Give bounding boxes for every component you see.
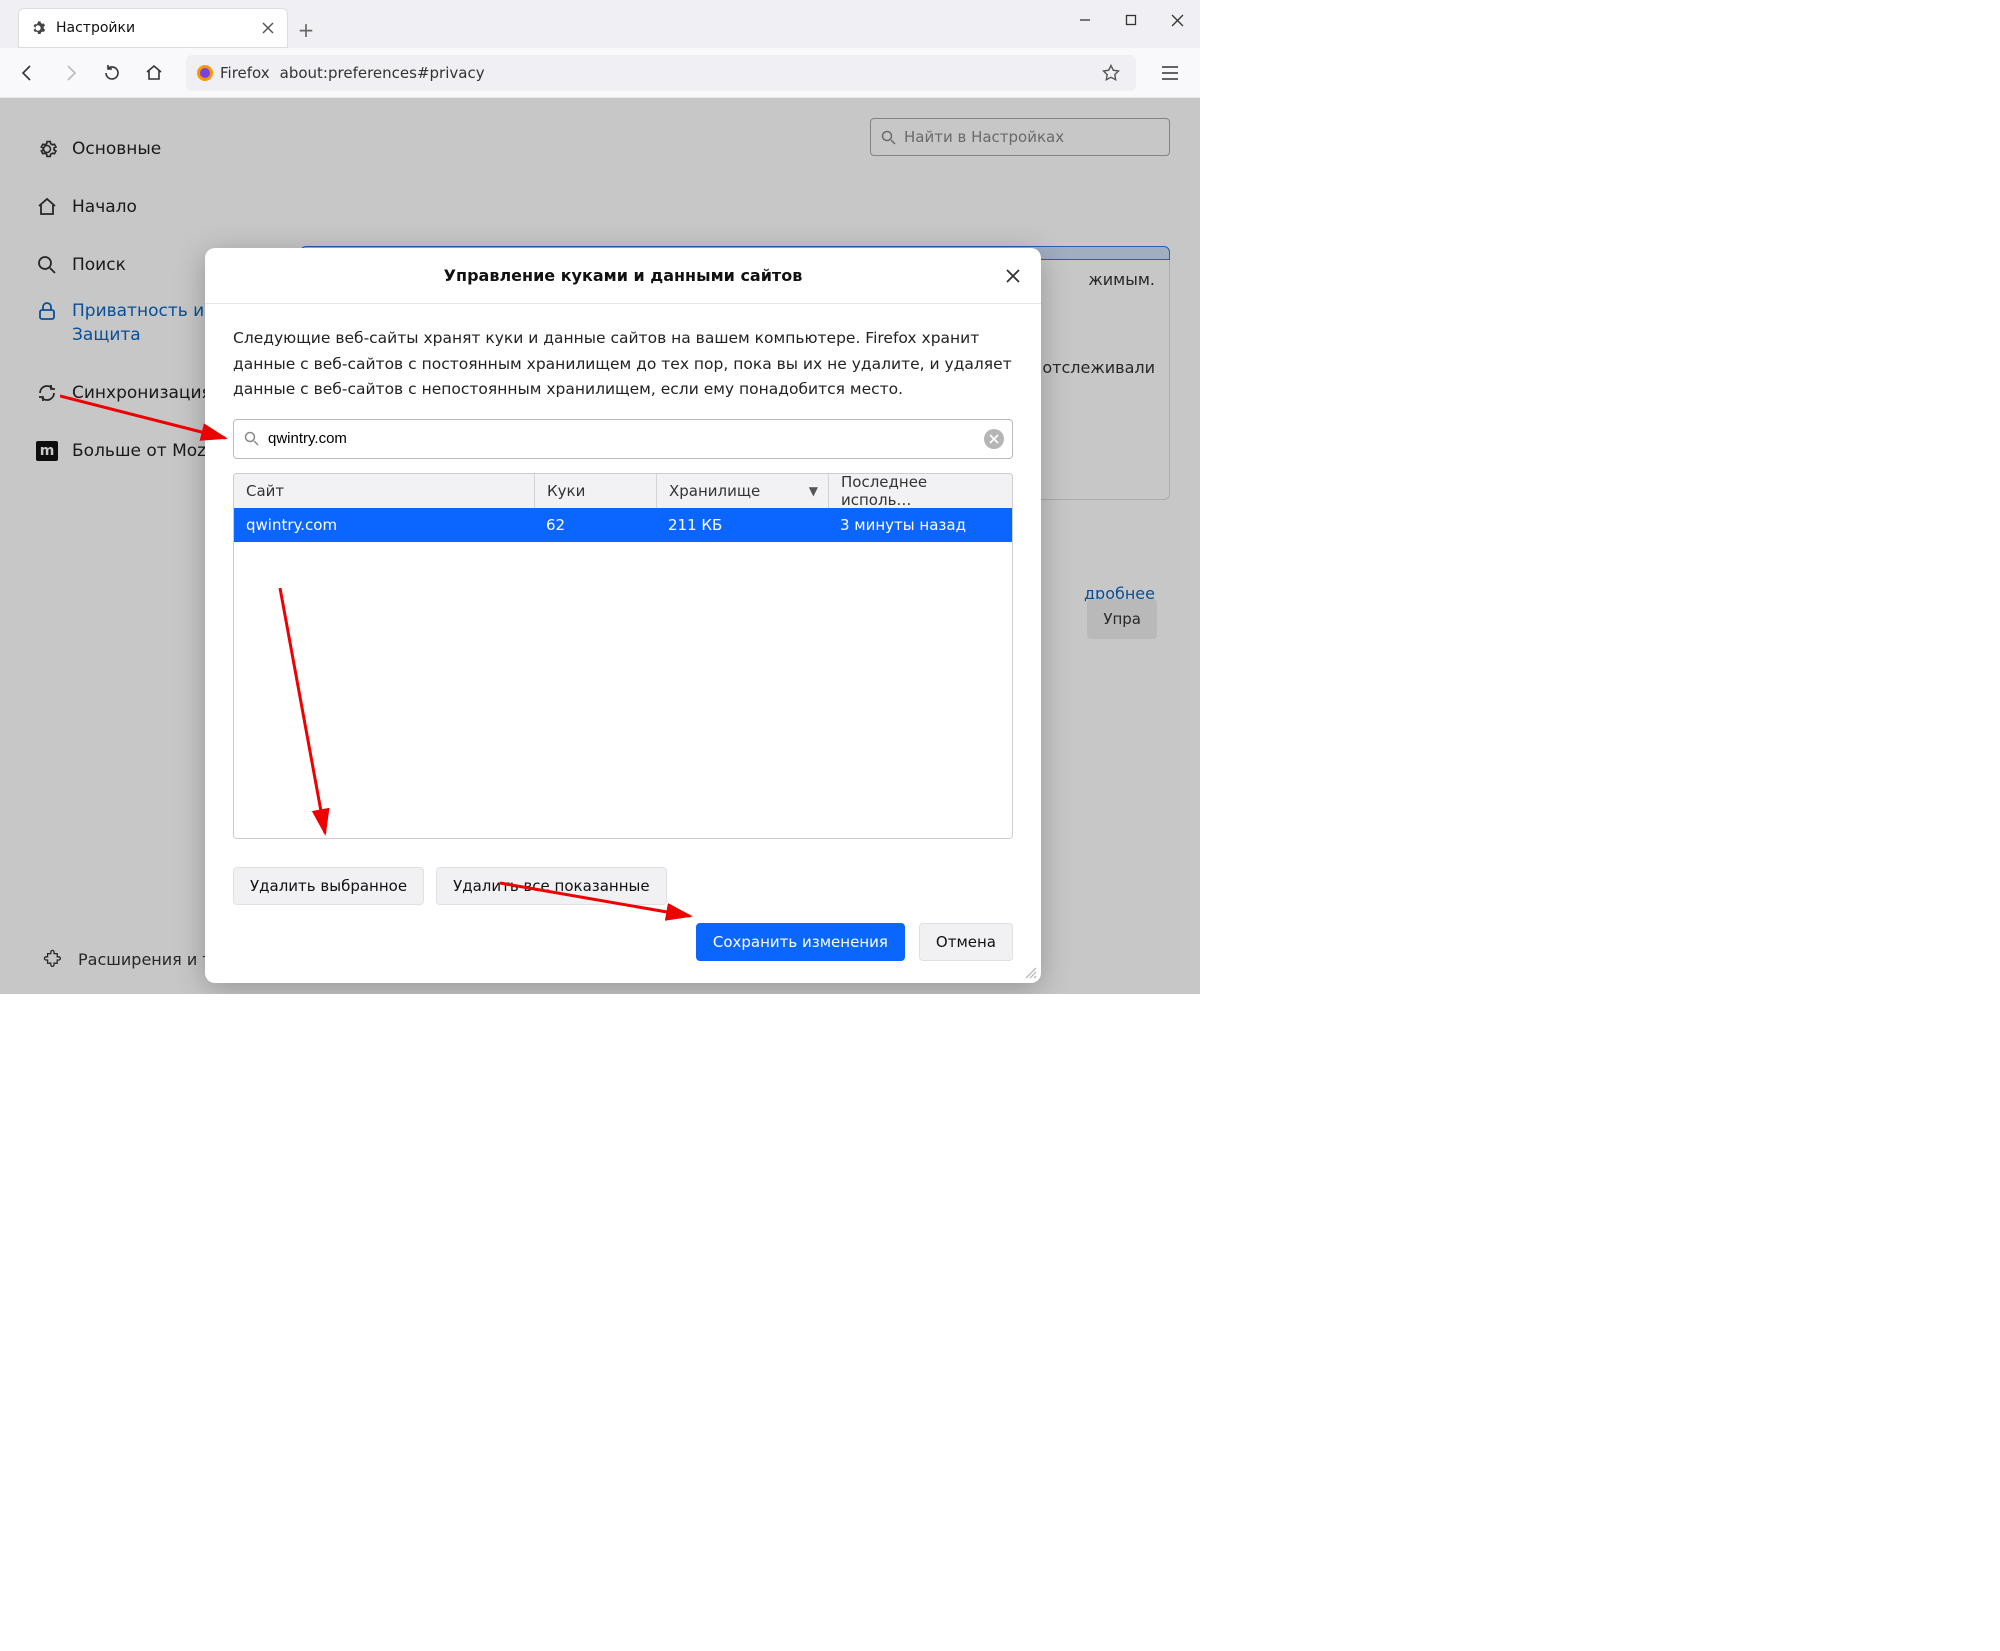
dialog-title-bar: Управление куками и данными сайтов [205, 248, 1041, 304]
firefox-icon [196, 64, 214, 82]
identity-box[interactable]: Firefox [196, 64, 270, 82]
cell-last-used: 3 минуты назад [828, 508, 1012, 542]
col-site[interactable]: Сайт [234, 474, 534, 508]
cell-cookies: 62 [534, 508, 656, 542]
sort-desc-icon: ▼ [809, 484, 818, 498]
table-header: Сайт Куки Хранилище▼ Последнее исполь… [234, 474, 1012, 508]
bookmark-star-icon[interactable] [1096, 64, 1126, 82]
dialog-title: Управление куками и данными сайтов [444, 266, 803, 285]
window-max-icon[interactable] [1108, 0, 1154, 40]
site-data-table: Сайт Куки Хранилище▼ Последнее исполь… q… [233, 473, 1013, 839]
dialog-search-field[interactable] [233, 419, 1013, 459]
cell-storage: 211 КБ [656, 508, 828, 542]
save-changes-button[interactable]: Сохранить изменения [696, 923, 905, 961]
url-bar[interactable]: Firefox about:preferences#privacy [186, 55, 1136, 91]
dialog-description: Следующие веб-сайты хранят куки и данные… [233, 326, 1013, 403]
col-last-used[interactable]: Последнее исполь… [828, 474, 1012, 508]
tab-title: Настройки [56, 20, 260, 36]
window-min-icon[interactable] [1062, 0, 1108, 40]
gear-icon [30, 20, 46, 36]
tab-close-icon[interactable] [260, 20, 276, 36]
reload-button[interactable] [94, 55, 130, 91]
remove-selected-button[interactable]: Удалить выбранное [233, 867, 424, 905]
manage-site-data-dialog: Управление куками и данными сайтов Следу… [205, 248, 1041, 983]
window-controls [1062, 0, 1200, 40]
table-row[interactable]: qwintry.com 62 211 КБ 3 минуты назад [234, 508, 1012, 542]
cell-site: qwintry.com [234, 508, 534, 542]
col-cookies[interactable]: Куки [534, 474, 656, 508]
preferences-page: Основные Начало Поиск Приватность и Защи… [0, 98, 1200, 994]
table-empty-area [234, 542, 1012, 838]
home-button[interactable] [136, 55, 172, 91]
title-bar: Настройки + [0, 0, 1200, 48]
browser-tab[interactable]: Настройки [18, 8, 288, 48]
dialog-search-input[interactable] [268, 430, 976, 447]
identity-label: Firefox [220, 64, 270, 82]
new-tab-button[interactable]: + [288, 12, 324, 48]
search-icon [244, 431, 259, 446]
back-button[interactable] [10, 55, 46, 91]
clear-search-icon[interactable] [984, 429, 1004, 449]
window-close-icon[interactable] [1154, 0, 1200, 40]
app-menu-button[interactable] [1150, 55, 1190, 91]
cancel-button[interactable]: Отмена [919, 923, 1013, 961]
url-text: about:preferences#privacy [280, 64, 485, 82]
forward-button[interactable] [52, 55, 88, 91]
col-storage[interactable]: Хранилище▼ [656, 474, 828, 508]
resize-grip-icon[interactable] [1023, 965, 1037, 979]
toolbar: Firefox about:preferences#privacy [0, 48, 1200, 98]
remove-all-button[interactable]: Удалить все показанные [436, 867, 667, 905]
dialog-close-button[interactable] [1001, 264, 1025, 288]
